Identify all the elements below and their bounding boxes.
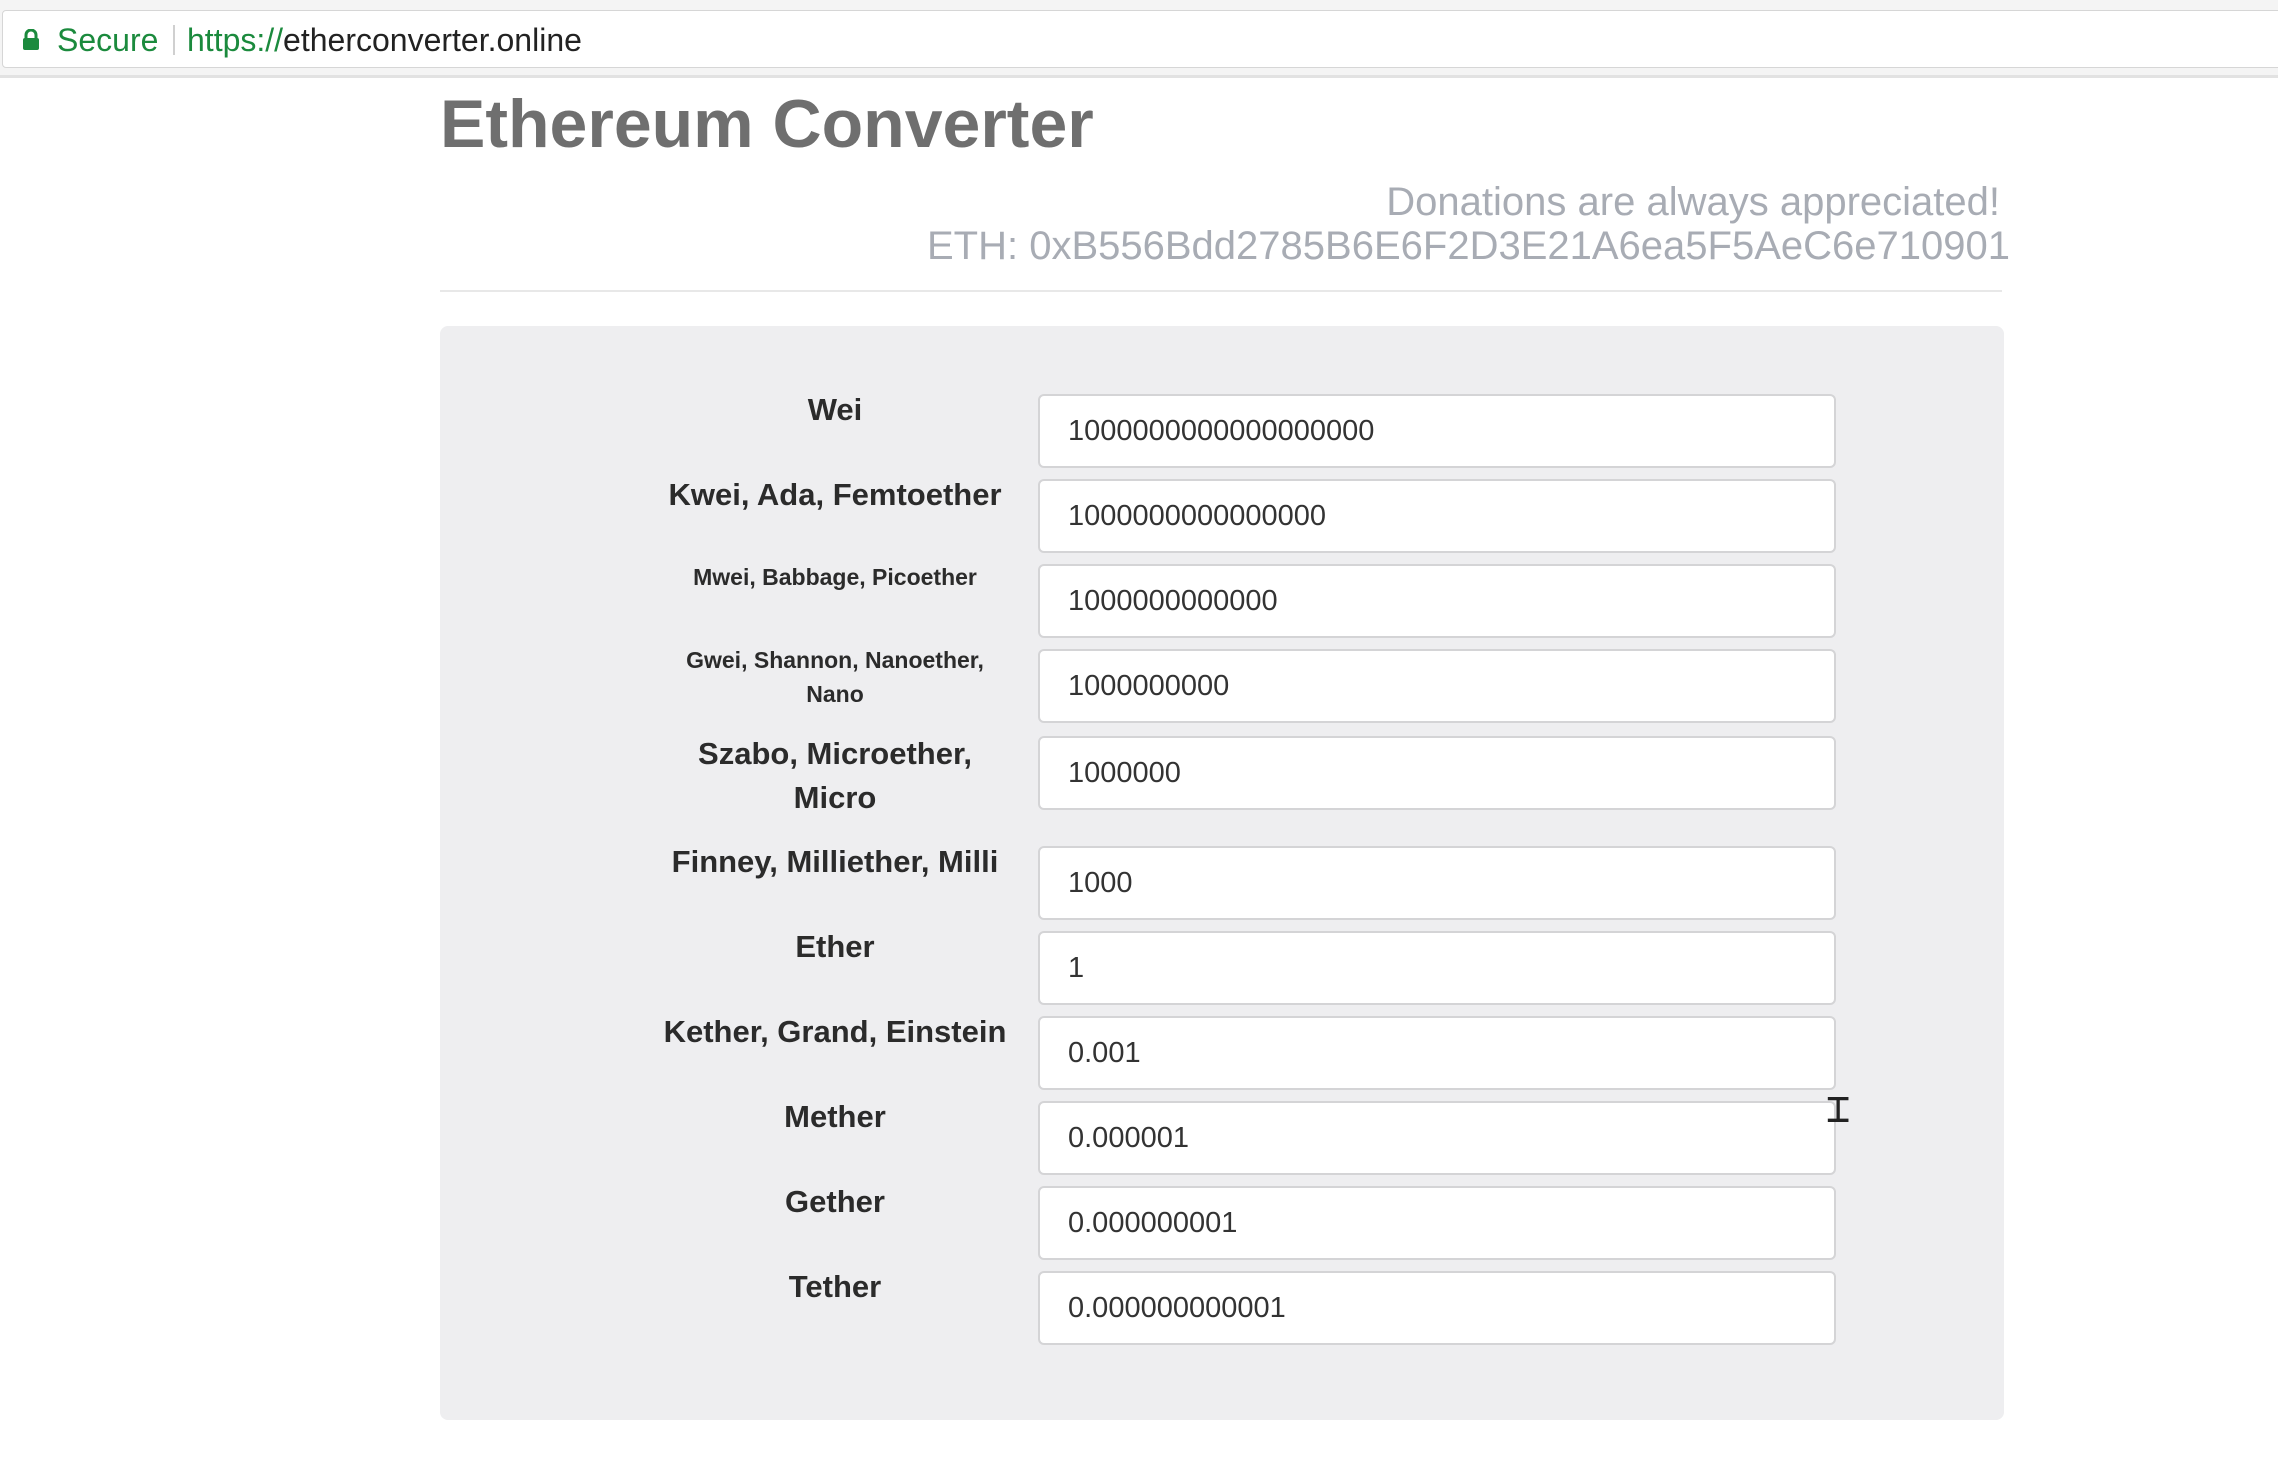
donation-text: Donations are always appreciated! bbox=[1386, 180, 2000, 224]
unit-input-tether[interactable] bbox=[1038, 1271, 1836, 1345]
unit-label: Gether bbox=[785, 1184, 885, 1219]
unit-label: Mether bbox=[784, 1099, 886, 1134]
url-host: etherconverter.online bbox=[283, 22, 582, 58]
unit-input-wei[interactable] bbox=[1038, 394, 1836, 468]
unit-input-kwei[interactable] bbox=[1038, 479, 1836, 553]
browser-address-bar: Secure https://etherconverter.online bbox=[0, 0, 2278, 78]
unit-label: Tether bbox=[788, 1269, 882, 1304]
unit-input-ether[interactable] bbox=[1038, 931, 1836, 1005]
unit-input-gwei[interactable] bbox=[1038, 649, 1836, 723]
unit-label: Kether, Grand, Einstein bbox=[663, 1014, 1007, 1049]
unit-input-gether[interactable] bbox=[1038, 1186, 1836, 1260]
unit-input-kether[interactable] bbox=[1038, 1016, 1836, 1090]
unit-label: Wei bbox=[807, 392, 863, 427]
unit-input-mether[interactable] bbox=[1038, 1101, 1836, 1175]
text-cursor-icon: ⌶ bbox=[1826, 1086, 1851, 1132]
unit-input-szabo[interactable] bbox=[1038, 736, 1836, 810]
unit-label: Finney, Milliether, Milli bbox=[671, 844, 999, 879]
unit-input-finney[interactable] bbox=[1038, 846, 1836, 920]
unit-label: Gwei, Shannon, Nanoether, Nano bbox=[686, 647, 984, 707]
unit-input-mwei[interactable] bbox=[1038, 564, 1836, 638]
unit-label: Szabo, Microether, Micro bbox=[698, 736, 972, 815]
converter-panel: Wei Kwei, Ada, Femtoether Mwei, Babbage,… bbox=[440, 326, 2004, 1420]
url-text[interactable]: https://etherconverter.online bbox=[187, 22, 582, 58]
url-divider bbox=[173, 25, 175, 55]
secure-label: Secure bbox=[57, 22, 159, 58]
unit-label: Ether bbox=[795, 929, 875, 964]
url-scheme: https:// bbox=[187, 22, 284, 58]
unit-label: Kwei, Ada, Femtoether bbox=[668, 477, 1002, 512]
lock-icon bbox=[23, 29, 39, 50]
donation-notice: Donations are always appreciated! ETH: 0… bbox=[927, 180, 2010, 268]
donation-address: ETH: 0xB556Bdd2785B6E6F2D3E21A6ea5F5AeC6… bbox=[926, 224, 2010, 268]
page-title: Ethereum Converter bbox=[440, 86, 1094, 162]
url-field[interactable]: Secure https://etherconverter.online bbox=[2, 10, 2278, 68]
header-divider bbox=[440, 290, 2002, 292]
unit-label: Mwei, Babbage, Picoether bbox=[693, 564, 977, 590]
